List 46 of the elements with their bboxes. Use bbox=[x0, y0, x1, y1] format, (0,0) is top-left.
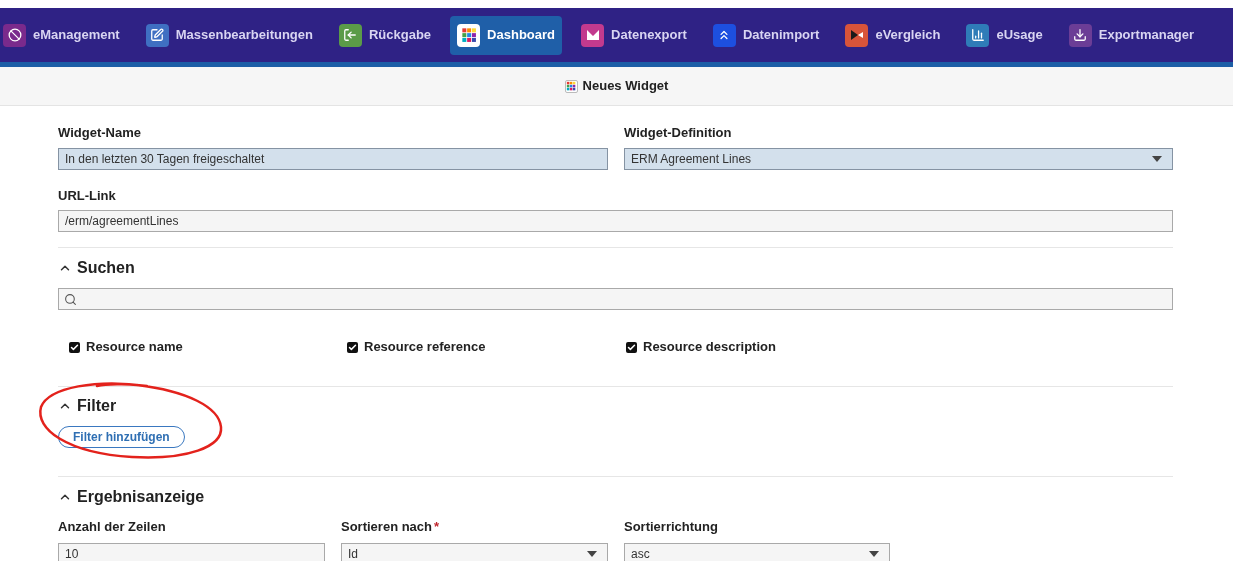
dialog-title: Neues Widget bbox=[582, 77, 669, 96]
section-title: Filter bbox=[77, 396, 117, 416]
field-label: Widget-Definition bbox=[624, 124, 732, 143]
bar-chart-icon bbox=[971, 28, 985, 42]
add-filter-button[interactable]: Filter hinzufügen bbox=[58, 426, 185, 448]
nav-tab[interactable]: Rückgabe bbox=[331, 15, 439, 55]
nav-tab[interactable]: Massenbearbeitungen bbox=[138, 15, 320, 55]
checkbox[interactable] bbox=[626, 341, 637, 353]
nav-tab[interactable]: Exportmanager bbox=[1061, 15, 1202, 55]
nav-tab[interactable]: Datenexport bbox=[574, 15, 694, 55]
dashboard-icon bbox=[564, 79, 578, 93]
download-icon bbox=[1073, 28, 1088, 42]
section-title: Suchen bbox=[77, 258, 135, 278]
select-field[interactable]: asc bbox=[624, 543, 890, 561]
text-field[interactable]: /erm/agreementLines bbox=[58, 210, 1173, 232]
edit-icon bbox=[150, 28, 165, 42]
field-label: URL-Link bbox=[58, 187, 116, 206]
nav-tab[interactable]: eVergleich bbox=[838, 15, 948, 55]
field-label: Sortierrichtung bbox=[624, 518, 718, 537]
select-field[interactable]: Id bbox=[341, 543, 608, 561]
select-field[interactable]: ERM Agreement Lines bbox=[624, 148, 1173, 170]
field-label: Sortieren nach bbox=[341, 518, 433, 537]
checkbox-label: Resource description bbox=[643, 338, 776, 357]
required-mark: * bbox=[434, 518, 440, 537]
nav-tab[interactable]: Dashboard bbox=[450, 15, 562, 55]
checkbox-label: Resource name bbox=[86, 338, 183, 357]
nav-tab[interactable]: eUsage bbox=[959, 15, 1050, 55]
checkbox[interactable] bbox=[347, 341, 358, 353]
field-label: Widget-Name bbox=[58, 124, 141, 143]
text-field[interactable]: In den letzten 30 Tagen freigeschaltet bbox=[58, 148, 608, 170]
caret-down-icon bbox=[587, 551, 597, 557]
text-field[interactable]: 10 bbox=[58, 543, 325, 561]
caret-down-icon bbox=[869, 551, 879, 557]
search-field[interactable] bbox=[58, 288, 1173, 310]
play-icon bbox=[849, 28, 864, 42]
checkbox[interactable] bbox=[69, 341, 80, 353]
search-icon bbox=[64, 292, 77, 306]
caret-down-icon bbox=[1152, 156, 1162, 162]
nav-tab[interactable]: Datenimport bbox=[705, 15, 827, 55]
prohibited-icon bbox=[7, 28, 22, 42]
envelope-icon bbox=[585, 28, 600, 42]
field-label: Anzahl der Zeilen bbox=[58, 518, 166, 537]
section-title: Ergebnisanzeige bbox=[77, 487, 205, 507]
checkbox-label: Resource reference bbox=[364, 338, 486, 357]
nav-tab[interactable]: eManagement bbox=[0, 15, 127, 55]
return-icon bbox=[343, 28, 358, 42]
